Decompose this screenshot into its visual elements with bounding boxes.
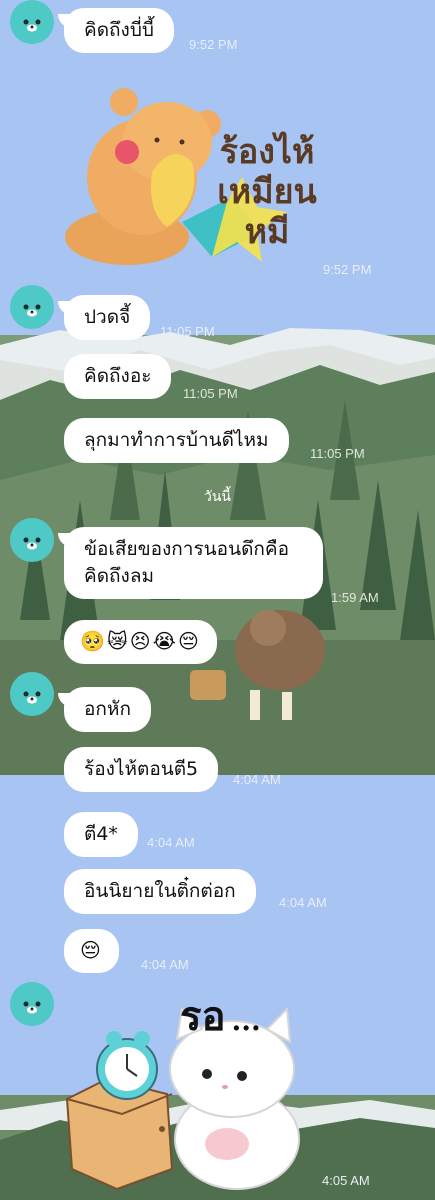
bear-face-icon (23, 1001, 41, 1014)
avatar[interactable] (10, 0, 54, 44)
sticker-text: ร้องไห้ (219, 132, 315, 172)
message-text: ปวดจี้ (84, 306, 131, 328)
bear-face-icon (23, 537, 41, 550)
sticker-text: เหมียน (217, 172, 317, 212)
sticker-text: ... (231, 1004, 261, 1037)
message-text: ลุกมาทำการบ้านดีไหม (84, 429, 269, 451)
message-time: 4:04 AM (147, 835, 195, 850)
bear-face-icon (23, 304, 41, 317)
message-time: 9:52 PM (189, 37, 238, 52)
message-time: 4:05 AM (322, 1173, 370, 1188)
message-bubble[interactable]: ปวดจี้ (57, 295, 151, 340)
avatar[interactable] (10, 518, 54, 562)
message-time: 4:04 AM (233, 772, 281, 787)
message-bubble[interactable]: อินนิยายในติ๋กต่อก (64, 869, 256, 914)
message-text: คิดถึงลม (84, 565, 154, 587)
message-text: ข้อเสียของการนอนดึกคือ (84, 538, 290, 560)
message-text: อินนิยายในติ๋กต่อก (84, 880, 236, 902)
sticker-text: รอ (180, 993, 226, 1040)
message-bubble[interactable]: คิดถึงอะ (64, 354, 172, 399)
message-time: 1:59 AM (331, 590, 379, 605)
message-text: คิดถึงบี่บี้ (84, 19, 154, 41)
message-text: ร้องไห้ตอนตี5 (84, 758, 199, 780)
message-bubble[interactable]: คิดถึงบี่บี้ (58, 8, 174, 53)
message-text: ตี4* (84, 823, 118, 845)
message-time: 11:05 PM (183, 386, 238, 401)
message-bubble[interactable]: 🥺😿😣😭😔 (64, 620, 217, 664)
message-bubble[interactable]: ตี4* (64, 812, 138, 857)
bear-face-icon (23, 19, 41, 32)
bear-face-icon (23, 691, 41, 704)
message-bubble[interactable]: ข้อเสียของการนอนดึกคือ คิดถึงลม (58, 527, 323, 599)
message-time: 11:05 PM (160, 324, 215, 339)
message-text: อกหัก (84, 698, 131, 720)
message-time: 4:04 AM (279, 895, 327, 910)
message-bubble[interactable]: 😔 (64, 929, 119, 973)
avatar[interactable] (10, 982, 54, 1026)
message-emoji: 🥺😿😣😭😔 (80, 629, 201, 653)
waiting-cat-clock-sticker[interactable]: รอ... (62, 984, 322, 1194)
avatar[interactable] (10, 672, 54, 716)
avatar[interactable] (10, 285, 54, 329)
message-time: 4:04 AM (141, 957, 189, 972)
date-separator: วันนี้ (203, 489, 231, 505)
message-bubble[interactable]: ลุกมาทำการบ้านดีไหม (64, 418, 289, 463)
message-bubble[interactable]: อกหัก (58, 687, 151, 732)
message-text: คิดถึงอะ (84, 365, 152, 387)
message-emoji: 😔 (80, 938, 103, 962)
message-time: 11:05 PM (310, 446, 365, 461)
sticker-text: หมี (244, 212, 290, 252)
message-bubble[interactable]: ร้องไห้ตอนตี5 (64, 747, 219, 792)
message-time: 9:52 PM (323, 262, 372, 277)
crying-bear-sticker[interactable]: ร้องไห้ เหมียน หมี (62, 82, 322, 267)
